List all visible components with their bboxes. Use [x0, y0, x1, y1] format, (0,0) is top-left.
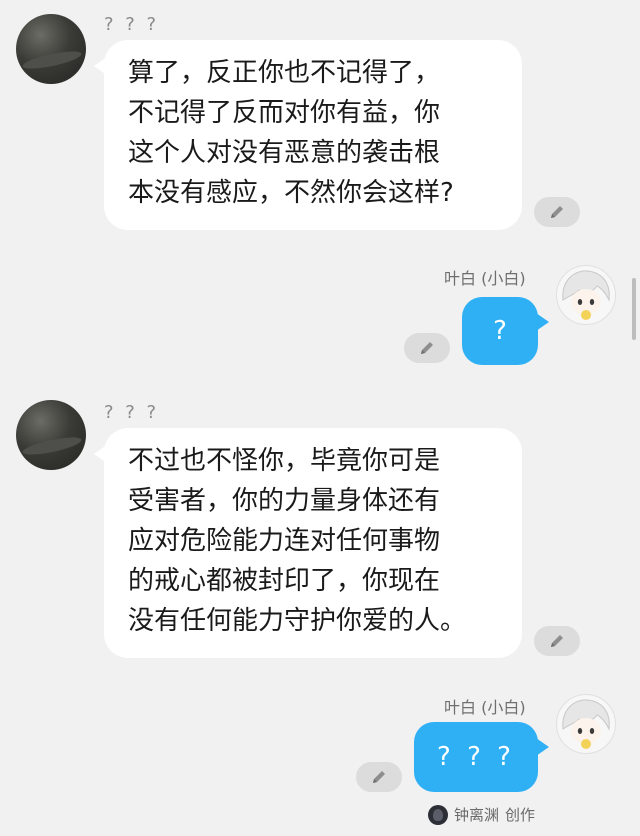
- reply-bubble[interactable]: ? ? ?: [414, 722, 549, 792]
- sender-name: 叶白 (小白): [444, 698, 526, 717]
- author-name: 钟离渊: [454, 806, 500, 824]
- reply-bubble[interactable]: ?: [462, 297, 549, 365]
- author-logo-icon: [428, 804, 448, 825]
- sender-name: 叶白 (小白): [444, 269, 526, 288]
- pencil-icon: [373, 771, 385, 783]
- sender-avatar[interactable]: [16, 14, 86, 84]
- pencil-icon: [551, 635, 563, 647]
- message-line: 应对危险能力连对任何事物: [128, 526, 441, 556]
- edit-button[interactable]: [356, 762, 402, 792]
- message-line: 这个人对没有恶意的袭击根: [128, 138, 441, 168]
- message-line: 没有任何能力守护你爱的人。: [128, 606, 467, 636]
- message-bubble[interactable]: 算了，反正你也不记得了， 不记得了反而对你有益，你 这个人对没有恶意的袭击根 本…: [94, 40, 522, 230]
- message-bubble[interactable]: 不过也不怪你，毕竟你可是 受害者，你的力量身体还有 应对危险能力连对任何事物 的…: [94, 428, 522, 658]
- message-line: 本没有感应，不然你会这样?: [128, 178, 454, 208]
- edit-button[interactable]: [534, 197, 580, 227]
- message-line: 不记得了反而对你有益，你: [128, 98, 441, 128]
- sender-avatar[interactable]: [16, 400, 86, 470]
- scrollbar[interactable]: [632, 278, 636, 340]
- message-line: 不过也不怪你，毕竟你可是: [128, 446, 441, 476]
- sender-name: ? ? ?: [104, 14, 160, 35]
- sender-name: ? ? ?: [104, 402, 160, 423]
- author-credit: 钟离渊 创作: [428, 804, 535, 825]
- anime-boy-avatar-icon: [562, 699, 610, 749]
- author-action: 创作: [505, 806, 536, 824]
- message-line: 算了，反正你也不记得了，: [128, 58, 441, 88]
- pencil-icon: [421, 342, 433, 354]
- message-line: 受害者，你的力量身体还有: [128, 486, 441, 516]
- reply-text: ?: [493, 316, 507, 346]
- user-avatar[interactable]: [556, 265, 616, 325]
- edit-button[interactable]: [534, 626, 580, 656]
- reply-text: ? ? ?: [437, 742, 515, 772]
- edit-button[interactable]: [404, 333, 450, 363]
- anime-boy-avatar-icon: [562, 270, 610, 320]
- user-avatar[interactable]: [556, 694, 616, 754]
- message-line: 的戒心都被封印了，你现在: [128, 566, 441, 596]
- pencil-icon: [551, 206, 563, 218]
